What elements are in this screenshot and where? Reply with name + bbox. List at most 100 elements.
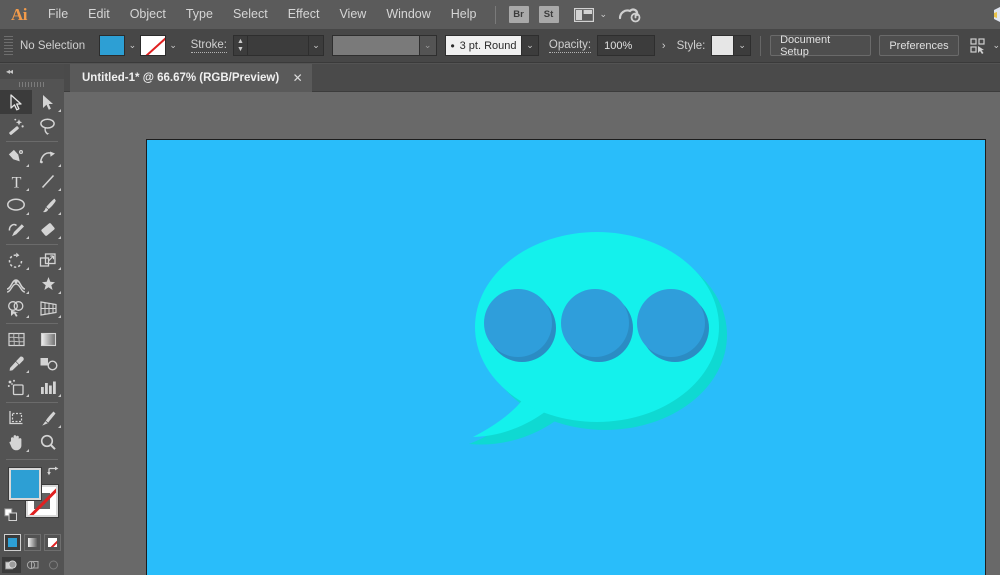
line-segment-tool[interactable] <box>32 169 64 193</box>
hand-tool[interactable] <box>0 430 32 454</box>
tool-group-indicator-icon <box>26 212 29 215</box>
tools-panel: ◂◂ T <box>0 64 64 575</box>
eraser-tool[interactable] <box>32 217 64 241</box>
opacity-label[interactable]: Opacity: <box>548 39 592 53</box>
tool-group-indicator-icon <box>58 109 61 112</box>
color-mode-button[interactable] <box>3 534 21 551</box>
lasso-tool[interactable] <box>32 114 64 138</box>
stroke-weight-stepper[interactable]: ▲ ▼ <box>233 35 247 56</box>
stroke-color-swatch[interactable] <box>139 35 166 56</box>
column-graph-tool[interactable] <box>32 375 64 399</box>
control-bar-grip[interactable] <box>4 35 13 56</box>
menu-bar: Ai File Edit Object Type Select Effect V… <box>0 0 1000 29</box>
collapse-panel-icon[interactable]: ◂◂ <box>6 67 13 76</box>
stroke-weight-input[interactable] <box>246 35 309 56</box>
menu-file[interactable]: File <box>38 0 78 29</box>
eyedropper-tool[interactable] <box>0 351 32 375</box>
swap-fill-stroke-icon[interactable] <box>46 465 60 479</box>
type-tool[interactable]: T <box>0 169 32 193</box>
document-tab[interactable]: Untitled-1* @ 66.67% (RGB/Preview) ✕ <box>70 64 313 92</box>
menu-select[interactable]: Select <box>223 0 278 29</box>
workspace-chevron-down-icon[interactable]: ⌄ <box>600 9 608 20</box>
illustrator-window: Ai File Edit Object Type Select Effect V… <box>0 0 1000 575</box>
fill-swatch-chevron-down-icon[interactable]: ⌄ <box>125 35 140 56</box>
stroke-profile-preview[interactable] <box>332 35 420 56</box>
document-setup-button[interactable]: Document Setup <box>770 34 872 58</box>
menu-effect[interactable]: Effect <box>278 0 330 29</box>
menu-object[interactable]: Object <box>120 0 176 29</box>
artboard[interactable] <box>146 139 986 575</box>
slice-tool[interactable] <box>32 406 64 430</box>
tools-panel-grip[interactable] <box>0 79 64 90</box>
mesh-tool[interactable] <box>0 327 32 351</box>
fill-color-swatch[interactable] <box>99 35 125 56</box>
ellipse-tool[interactable] <box>0 193 32 217</box>
draw-normal-button[interactable] <box>1 557 21 573</box>
gradient-mode-button[interactable] <box>23 534 41 551</box>
artboard-tool[interactable] <box>0 406 32 430</box>
draw-behind-button[interactable] <box>23 557 42 573</box>
shape-builder-tool[interactable] <box>0 296 32 320</box>
close-icon[interactable]: ✕ <box>291 71 304 85</box>
menu-window[interactable]: Window <box>376 0 440 29</box>
stock-button[interactable]: St <box>538 6 559 23</box>
perspective-grid-tool[interactable] <box>32 296 64 320</box>
bridge-button[interactable]: Br <box>508 6 529 23</box>
magic-wand-tool[interactable] <box>0 114 32 138</box>
menu-view[interactable]: View <box>329 0 376 29</box>
brush-definition-chevron-down-icon[interactable]: ⌄ <box>522 35 539 56</box>
color-mode-swatch <box>7 538 17 547</box>
workspace-layout-icon[interactable] <box>572 7 596 23</box>
draw-inside-button[interactable] <box>44 557 63 573</box>
tool-group-indicator-icon <box>26 394 29 397</box>
gradient-mode-swatch <box>27 538 37 547</box>
preferences-button[interactable]: Preferences <box>879 35 959 56</box>
tool-group-indicator-icon <box>26 236 29 239</box>
speech-bubble-illustration[interactable] <box>449 215 749 465</box>
tools-panel-header[interactable]: ◂◂ <box>0 64 64 79</box>
graphic-style-chevron-down-icon[interactable]: ⌄ <box>734 35 752 56</box>
none-mode-button[interactable] <box>43 534 61 551</box>
svg-text:T: T <box>11 174 21 190</box>
canvas-area[interactable] <box>64 92 1000 575</box>
creative-cloud-icon[interactable] <box>617 5 643 25</box>
opacity-input[interactable]: 100% <box>597 35 655 56</box>
default-fill-stroke-icon[interactable] <box>4 508 18 522</box>
menu-help[interactable]: Help <box>441 0 487 29</box>
paintbrush-tool[interactable] <box>32 193 64 217</box>
width-tool[interactable] <box>0 272 32 296</box>
menubar-right-edge <box>994 0 1000 29</box>
align-to-selection-icon[interactable] <box>969 37 989 55</box>
scale-tool[interactable] <box>32 248 64 272</box>
zoom-tool[interactable] <box>32 430 64 454</box>
align-chevron-down-icon[interactable]: ⌄ <box>992 40 1000 51</box>
stroke-weight-chevron-down-icon[interactable]: ⌄ <box>308 35 325 56</box>
curvature-tool[interactable] <box>32 145 64 169</box>
tool-group-indicator-icon <box>58 212 61 215</box>
graphic-style-swatch[interactable] <box>711 35 735 56</box>
tool-group-indicator-icon <box>58 394 61 397</box>
tools-divider <box>6 244 58 245</box>
fill-color-box[interactable] <box>9 468 41 500</box>
gradient-tool[interactable] <box>32 327 64 351</box>
tools-divider <box>6 402 58 403</box>
pen-tool[interactable] <box>0 145 32 169</box>
brush-definition-field[interactable]: • 3 pt. Round <box>444 35 523 56</box>
tool-group-indicator-icon <box>26 267 29 270</box>
menu-edit[interactable]: Edit <box>78 0 120 29</box>
stroke-swatch-chevron-down-icon[interactable]: ⌄ <box>166 35 181 56</box>
tool-group-indicator-icon <box>26 449 29 452</box>
tool-group-indicator-icon <box>58 315 61 318</box>
opacity-expand-icon[interactable]: › <box>655 35 673 56</box>
menu-type[interactable]: Type <box>176 0 223 29</box>
selection-tool[interactable] <box>0 90 32 114</box>
blend-tool[interactable] <box>32 351 64 375</box>
free-transform-tool[interactable] <box>32 272 64 296</box>
stroke-weight-label[interactable]: Stroke: <box>190 39 227 53</box>
symbol-sprayer-tool[interactable] <box>0 375 32 399</box>
tool-group-indicator-icon <box>58 236 61 239</box>
rotate-tool[interactable] <box>0 248 32 272</box>
stroke-profile-chevron-down-icon[interactable]: ⌄ <box>419 35 437 56</box>
direct-selection-tool[interactable] <box>32 90 64 114</box>
pencil-tool[interactable] <box>0 217 32 241</box>
